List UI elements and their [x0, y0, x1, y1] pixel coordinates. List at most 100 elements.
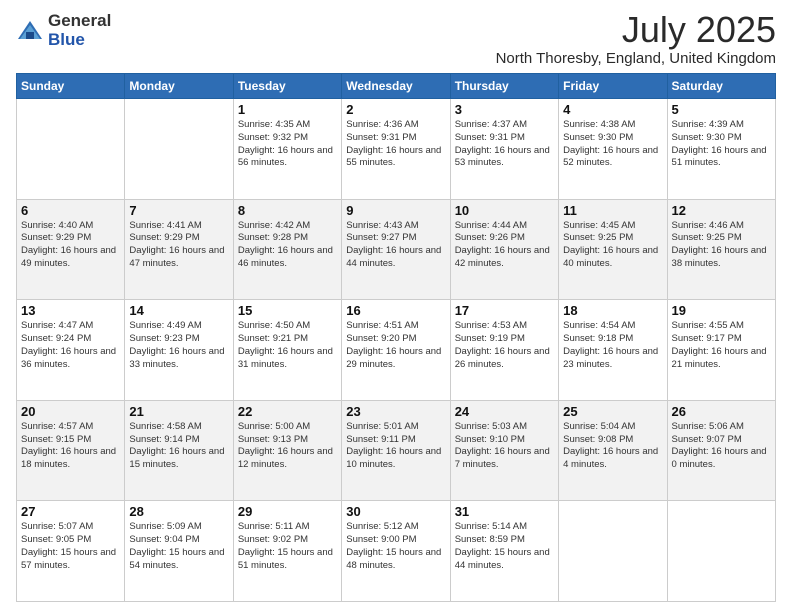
day-number: 24	[455, 404, 554, 419]
calendar-cell: 15 Sunrise: 4:50 AM Sunset: 9:21 PM Dayli…	[233, 300, 341, 401]
day-info: Sunrise: 5:14 AM Sunset: 8:59 PM Dayligh…	[455, 521, 554, 572]
day-info: Sunrise: 4:36 AM Sunset: 9:31 PM Dayligh…	[346, 119, 445, 170]
calendar-cell: 30 Sunrise: 5:12 AM Sunset: 9:00 PM Dayli…	[342, 501, 450, 602]
day-number: 14	[129, 303, 228, 318]
calendar-cell: 27 Sunrise: 5:07 AM Sunset: 9:05 PM Dayli…	[17, 501, 125, 602]
day-info: Sunrise: 4:39 AM Sunset: 9:30 PM Dayligh…	[672, 119, 771, 170]
calendar-cell: 17 Sunrise: 4:53 AM Sunset: 9:19 PM Dayli…	[450, 300, 558, 401]
calendar-header-friday: Friday	[559, 74, 667, 99]
day-info: Sunrise: 5:00 AM Sunset: 9:13 PM Dayligh…	[238, 421, 337, 472]
day-info: Sunrise: 4:53 AM Sunset: 9:19 PM Dayligh…	[455, 320, 554, 371]
day-number: 1	[238, 102, 337, 117]
calendar-header-tuesday: Tuesday	[233, 74, 341, 99]
day-info: Sunrise: 4:37 AM Sunset: 9:31 PM Dayligh…	[455, 119, 554, 170]
calendar-cell: 31 Sunrise: 5:14 AM Sunset: 8:59 PM Dayli…	[450, 501, 558, 602]
day-info: Sunrise: 4:50 AM Sunset: 9:21 PM Dayligh…	[238, 320, 337, 371]
page: General Blue July 2025 North Thoresby, E…	[0, 0, 792, 612]
calendar-week-1: 1Sunrise: 4:35 AM Sunset: 9:32 PM Daylig…	[17, 99, 776, 200]
calendar-week-5: 27 Sunrise: 5:07 AM Sunset: 9:05 PM Dayli…	[17, 501, 776, 602]
day-info: Sunrise: 4:40 AM Sunset: 9:29 PM Dayligh…	[21, 220, 120, 271]
calendar-header-monday: Monday	[125, 74, 233, 99]
day-number: 31	[455, 504, 554, 519]
day-info: Sunrise: 4:42 AM Sunset: 9:28 PM Dayligh…	[238, 220, 337, 271]
day-number: 15	[238, 303, 337, 318]
calendar-cell: 16Sunrise: 4:51 AM Sunset: 9:20 PM Dayli…	[342, 300, 450, 401]
location-text: North Thoresby, England, United Kingdom	[496, 50, 776, 67]
day-info: Sunrise: 5:06 AM Sunset: 9:07 PM Dayligh…	[672, 421, 771, 472]
calendar-cell: 11 Sunrise: 4:45 AM Sunset: 9:25 PM Dayli…	[559, 199, 667, 300]
calendar-cell: 20Sunrise: 4:57 AM Sunset: 9:15 PM Dayli…	[17, 400, 125, 501]
day-number: 4	[563, 102, 662, 117]
calendar-cell: 1Sunrise: 4:35 AM Sunset: 9:32 PM Daylig…	[233, 99, 341, 200]
calendar-header-thursday: Thursday	[450, 74, 558, 99]
day-info: Sunrise: 4:58 AM Sunset: 9:14 PM Dayligh…	[129, 421, 228, 472]
day-number: 13	[21, 303, 120, 318]
day-info: Sunrise: 5:09 AM Sunset: 9:04 PM Dayligh…	[129, 521, 228, 572]
day-number: 17	[455, 303, 554, 318]
month-title: July 2025	[496, 12, 776, 48]
calendar-cell: 22Sunrise: 5:00 AM Sunset: 9:13 PM Dayli…	[233, 400, 341, 501]
day-number: 30	[346, 504, 445, 519]
day-info: Sunrise: 4:47 AM Sunset: 9:24 PM Dayligh…	[21, 320, 120, 371]
calendar-week-4: 20Sunrise: 4:57 AM Sunset: 9:15 PM Dayli…	[17, 400, 776, 501]
day-info: Sunrise: 4:45 AM Sunset: 9:25 PM Dayligh…	[563, 220, 662, 271]
day-info: Sunrise: 5:12 AM Sunset: 9:00 PM Dayligh…	[346, 521, 445, 572]
day-info: Sunrise: 5:03 AM Sunset: 9:10 PM Dayligh…	[455, 421, 554, 472]
day-number: 26	[672, 404, 771, 419]
day-number: 8	[238, 203, 337, 218]
day-number: 2	[346, 102, 445, 117]
calendar-week-3: 13 Sunrise: 4:47 AM Sunset: 9:24 PM Dayli…	[17, 300, 776, 401]
day-number: 27	[21, 504, 120, 519]
calendar-cell: 24 Sunrise: 5:03 AM Sunset: 9:10 PM Dayli…	[450, 400, 558, 501]
calendar-cell: 8 Sunrise: 4:42 AM Sunset: 9:28 PM Daylig…	[233, 199, 341, 300]
calendar-cell: 12Sunrise: 4:46 AM Sunset: 9:25 PM Dayli…	[667, 199, 775, 300]
calendar-cell	[125, 99, 233, 200]
calendar-table: SundayMondayTuesdayWednesdayThursdayFrid…	[16, 73, 776, 602]
day-number: 9	[346, 203, 445, 218]
day-info: Sunrise: 5:01 AM Sunset: 9:11 PM Dayligh…	[346, 421, 445, 472]
day-info: Sunrise: 4:44 AM Sunset: 9:26 PM Dayligh…	[455, 220, 554, 271]
calendar-cell: 10Sunrise: 4:44 AM Sunset: 9:26 PM Dayli…	[450, 199, 558, 300]
day-info: Sunrise: 5:04 AM Sunset: 9:08 PM Dayligh…	[563, 421, 662, 472]
day-info: Sunrise: 4:49 AM Sunset: 9:23 PM Dayligh…	[129, 320, 228, 371]
calendar-cell	[17, 99, 125, 200]
calendar-cell: 3Sunrise: 4:37 AM Sunset: 9:31 PM Daylig…	[450, 99, 558, 200]
calendar-header-saturday: Saturday	[667, 74, 775, 99]
calendar-cell	[559, 501, 667, 602]
day-info: Sunrise: 4:38 AM Sunset: 9:30 PM Dayligh…	[563, 119, 662, 170]
day-info: Sunrise: 4:43 AM Sunset: 9:27 PM Dayligh…	[346, 220, 445, 271]
calendar-cell: 18Sunrise: 4:54 AM Sunset: 9:18 PM Dayli…	[559, 300, 667, 401]
day-number: 21	[129, 404, 228, 419]
calendar-header-sunday: Sunday	[17, 74, 125, 99]
day-number: 20	[21, 404, 120, 419]
calendar-cell: 14 Sunrise: 4:49 AM Sunset: 9:23 PM Dayli…	[125, 300, 233, 401]
calendar-cell: 2 Sunrise: 4:36 AM Sunset: 9:31 PM Daylig…	[342, 99, 450, 200]
day-info: Sunrise: 4:55 AM Sunset: 9:17 PM Dayligh…	[672, 320, 771, 371]
day-number: 11	[563, 203, 662, 218]
calendar-cell: 29 Sunrise: 5:11 AM Sunset: 9:02 PM Dayli…	[233, 501, 341, 602]
day-number: 19	[672, 303, 771, 318]
logo-icon	[16, 17, 44, 45]
calendar-cell: 28Sunrise: 5:09 AM Sunset: 9:04 PM Dayli…	[125, 501, 233, 602]
day-info: Sunrise: 4:51 AM Sunset: 9:20 PM Dayligh…	[346, 320, 445, 371]
day-number: 18	[563, 303, 662, 318]
calendar-header-wednesday: Wednesday	[342, 74, 450, 99]
day-number: 12	[672, 203, 771, 218]
calendar-week-2: 6Sunrise: 4:40 AM Sunset: 9:29 PM Daylig…	[17, 199, 776, 300]
calendar-cell: 25Sunrise: 5:04 AM Sunset: 9:08 PM Dayli…	[559, 400, 667, 501]
calendar-cell: 6Sunrise: 4:40 AM Sunset: 9:29 PM Daylig…	[17, 199, 125, 300]
day-info: Sunrise: 5:07 AM Sunset: 9:05 PM Dayligh…	[21, 521, 120, 572]
title-block: July 2025 North Thoresby, England, Unite…	[496, 12, 776, 67]
calendar-cell: 13 Sunrise: 4:47 AM Sunset: 9:24 PM Dayli…	[17, 300, 125, 401]
day-info: Sunrise: 4:41 AM Sunset: 9:29 PM Dayligh…	[129, 220, 228, 271]
logo-text: General Blue	[48, 12, 111, 49]
day-number: 23	[346, 404, 445, 419]
calendar-cell: 23 Sunrise: 5:01 AM Sunset: 9:11 PM Dayli…	[342, 400, 450, 501]
calendar-cell: 5Sunrise: 4:39 AM Sunset: 9:30 PM Daylig…	[667, 99, 775, 200]
calendar-cell: 7 Sunrise: 4:41 AM Sunset: 9:29 PM Daylig…	[125, 199, 233, 300]
calendar-cell: 26 Sunrise: 5:06 AM Sunset: 9:07 PM Dayli…	[667, 400, 775, 501]
day-info: Sunrise: 5:11 AM Sunset: 9:02 PM Dayligh…	[238, 521, 337, 572]
calendar-cell	[667, 501, 775, 602]
day-number: 29	[238, 504, 337, 519]
day-number: 7	[129, 203, 228, 218]
